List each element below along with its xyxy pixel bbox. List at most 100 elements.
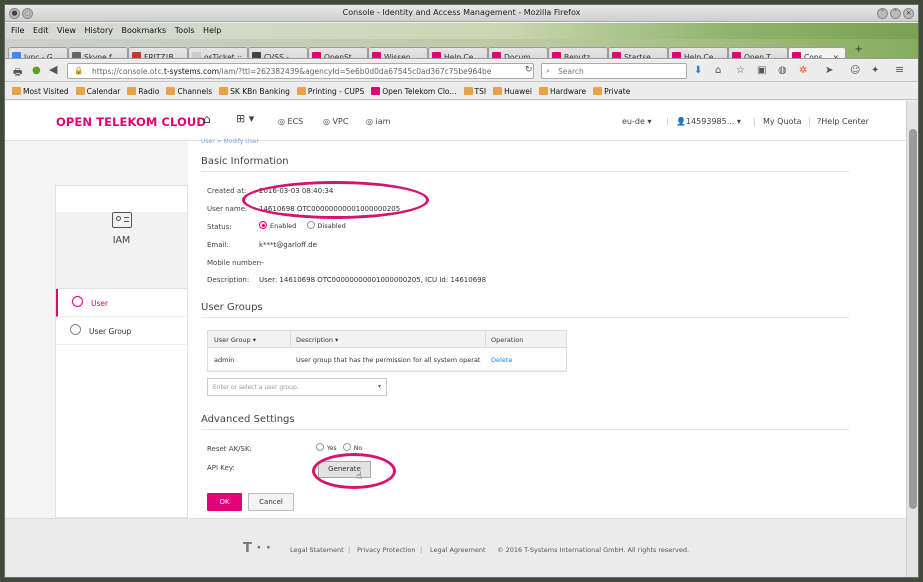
vpc-shortcut[interactable]: ◎ VPC bbox=[323, 117, 348, 126]
clipboard-icon[interactable]: ▣ bbox=[757, 65, 766, 76]
tab-label: Cons... bbox=[804, 53, 830, 59]
menu-help[interactable]: Help bbox=[203, 26, 221, 35]
account-menu[interactable]: 👤14593985... ▾ bbox=[676, 117, 741, 126]
col-user-group[interactable]: User Group ▾ bbox=[214, 336, 256, 344]
bookmark-item[interactable]: SK KBn Banking bbox=[219, 87, 290, 96]
hamburger-menu-icon[interactable]: ≡ bbox=[895, 63, 904, 76]
help-center-link[interactable]: ?Help Center bbox=[817, 117, 869, 126]
menu-tools[interactable]: Tools bbox=[175, 26, 195, 35]
tab-label: Startse... bbox=[624, 53, 658, 59]
status-disabled-radio[interactable]: Disabled bbox=[306, 221, 346, 230]
browser-tab[interactable]: Wissen ... bbox=[368, 47, 428, 58]
sidebar-item-user-group[interactable]: User Group bbox=[56, 317, 187, 345]
browser-tab[interactable]: Help Ce... bbox=[428, 47, 488, 58]
browser-tab[interactable]: OpenSt... bbox=[308, 47, 368, 58]
bookmark-item[interactable]: Open Telekom Clo... bbox=[371, 87, 457, 96]
account-id: 14593985... bbox=[685, 117, 735, 126]
menu-history[interactable]: History bbox=[85, 26, 113, 35]
row-description: User group that has the permission for a… bbox=[296, 356, 481, 364]
user-group-select[interactable]: Enter or select a user group. ▾ bbox=[207, 378, 387, 396]
smiley-icon[interactable]: ☺ bbox=[850, 65, 860, 76]
bookmark-star-icon[interactable]: ☆ bbox=[736, 65, 745, 76]
bookmark-item[interactable]: Channels bbox=[166, 87, 212, 96]
browser-tab[interactable]: Benutz... bbox=[548, 47, 608, 58]
url-prefix: https://console.otc. bbox=[92, 67, 164, 76]
download-icon[interactable]: ⬇ bbox=[694, 65, 702, 76]
bookmark-label: Channels bbox=[177, 87, 213, 96]
menu-edit[interactable]: Edit bbox=[33, 26, 49, 35]
status-disabled-label: Disabled bbox=[317, 222, 346, 230]
reload-icon[interactable]: ↻ bbox=[525, 65, 533, 75]
iam-shortcut[interactable]: ◎ iam bbox=[366, 117, 390, 126]
browser-tab[interactable]: lync - G... bbox=[8, 47, 68, 58]
home-icon[interactable]: ⌂ bbox=[715, 65, 721, 76]
extension-icon[interactable]: ✲ bbox=[799, 65, 807, 76]
close-window-icon[interactable]: × bbox=[903, 8, 914, 19]
close-tab-icon[interactable]: × bbox=[833, 53, 839, 58]
delete-link[interactable]: Delete bbox=[491, 356, 512, 364]
send-icon[interactable]: ➤ bbox=[825, 65, 833, 76]
favicon-icon bbox=[312, 52, 321, 58]
browser-tab[interactable]: Help Ce... bbox=[668, 47, 728, 58]
browser-tab[interactable]: FRITZ!B... bbox=[128, 47, 188, 58]
scrollbar-thumb[interactable] bbox=[909, 129, 917, 509]
bookmark-item[interactable]: Huawei bbox=[493, 87, 532, 96]
col-description[interactable]: Description ▾ bbox=[296, 336, 338, 344]
puzzle-icon[interactable]: ✦ bbox=[871, 65, 879, 76]
new-tab-icon[interactable]: + bbox=[855, 44, 863, 55]
reset-yes-radio[interactable]: Yes bbox=[316, 443, 337, 452]
status-enabled-radio[interactable]: Enabled bbox=[259, 221, 296, 230]
browser-tab[interactable]: Docum... bbox=[488, 47, 548, 58]
my-quota-link[interactable]: My Quota bbox=[763, 117, 801, 126]
bookmark-item[interactable]: Printing - CUPS bbox=[296, 87, 364, 96]
back-icon[interactable]: ◀ bbox=[49, 63, 57, 76]
print-icon[interactable]: 🖶 bbox=[13, 65, 22, 82]
breadcrumb[interactable]: User > Modify User bbox=[201, 138, 259, 145]
legal-statement-link[interactable]: Legal Statement bbox=[290, 546, 344, 554]
bookmark-item[interactable]: Most Visited bbox=[12, 87, 69, 96]
browser-tab[interactable]: CVSS - ... bbox=[248, 47, 308, 58]
sidebar-title: IAM bbox=[112, 235, 131, 246]
menu-file[interactable]: File bbox=[11, 26, 24, 35]
pocket-icon[interactable]: ◍ bbox=[778, 65, 787, 76]
privacy-protection-link[interactable]: Privacy Protection bbox=[357, 546, 415, 554]
chevron-down-icon: ▾ bbox=[736, 117, 741, 126]
browser-tab[interactable]: osTicket :: bbox=[188, 47, 248, 58]
home-nav-icon[interactable]: ⌂ bbox=[203, 112, 211, 126]
minimize-icon[interactable]: ˅ bbox=[877, 8, 888, 19]
telekom-logo-icon: T · · bbox=[243, 541, 271, 556]
ok-button[interactable]: OK bbox=[207, 493, 242, 511]
url-bar[interactable]: 🔒 https://console.otc.t-systems.com/iam/… bbox=[67, 63, 534, 79]
divider: | bbox=[420, 546, 423, 554]
menu-bar: File Edit View History Bookmarks Tools H… bbox=[5, 23, 918, 39]
brand-logo[interactable]: OPEN TELEKOM CLOUD bbox=[56, 115, 206, 129]
menu-view[interactable]: View bbox=[57, 26, 76, 35]
browser-tab[interactable]: Open T... bbox=[728, 47, 788, 58]
ecs-shortcut[interactable]: ◎ ECS bbox=[278, 117, 303, 126]
bookmark-label: Huawei bbox=[504, 87, 532, 96]
legal-agreement-link[interactable]: Legal Agreement bbox=[430, 546, 486, 554]
maximize-icon[interactable]: ˄ bbox=[890, 8, 901, 19]
sort-icon: ▾ bbox=[252, 336, 257, 344]
search-input[interactable]: ⌕ Search bbox=[541, 63, 687, 79]
bookmark-label: Calendar bbox=[86, 87, 121, 96]
region-selector[interactable]: eu-de ▾ bbox=[622, 117, 651, 126]
tab-active[interactable]: Cons... × bbox=[788, 47, 846, 59]
browser-tab[interactable]: Startse... bbox=[608, 47, 668, 59]
browser-tab[interactable]: Skype f... bbox=[68, 47, 128, 58]
bookmark-item[interactable]: Hardware bbox=[538, 87, 586, 96]
adblock-icon[interactable]: ● bbox=[32, 65, 41, 76]
bookmark-item[interactable]: Calendar bbox=[75, 87, 121, 96]
bookmark-item[interactable]: Private bbox=[593, 87, 630, 96]
vertical-scrollbar[interactable] bbox=[906, 101, 918, 577]
sidebar-item-user[interactable]: User bbox=[56, 289, 187, 317]
service-list-icon[interactable]: ⊞ ▾ bbox=[236, 112, 254, 125]
cancel-button[interactable]: Cancel bbox=[248, 493, 294, 511]
favicon-icon bbox=[432, 52, 441, 58]
folder-icon bbox=[127, 87, 137, 95]
bookmark-item[interactable]: TSI bbox=[463, 87, 486, 96]
bookmark-item[interactable]: Radio bbox=[127, 87, 159, 96]
menu-bookmarks[interactable]: Bookmarks bbox=[122, 26, 167, 35]
reset-no-radio[interactable]: No bbox=[342, 443, 362, 452]
divider bbox=[290, 331, 291, 348]
